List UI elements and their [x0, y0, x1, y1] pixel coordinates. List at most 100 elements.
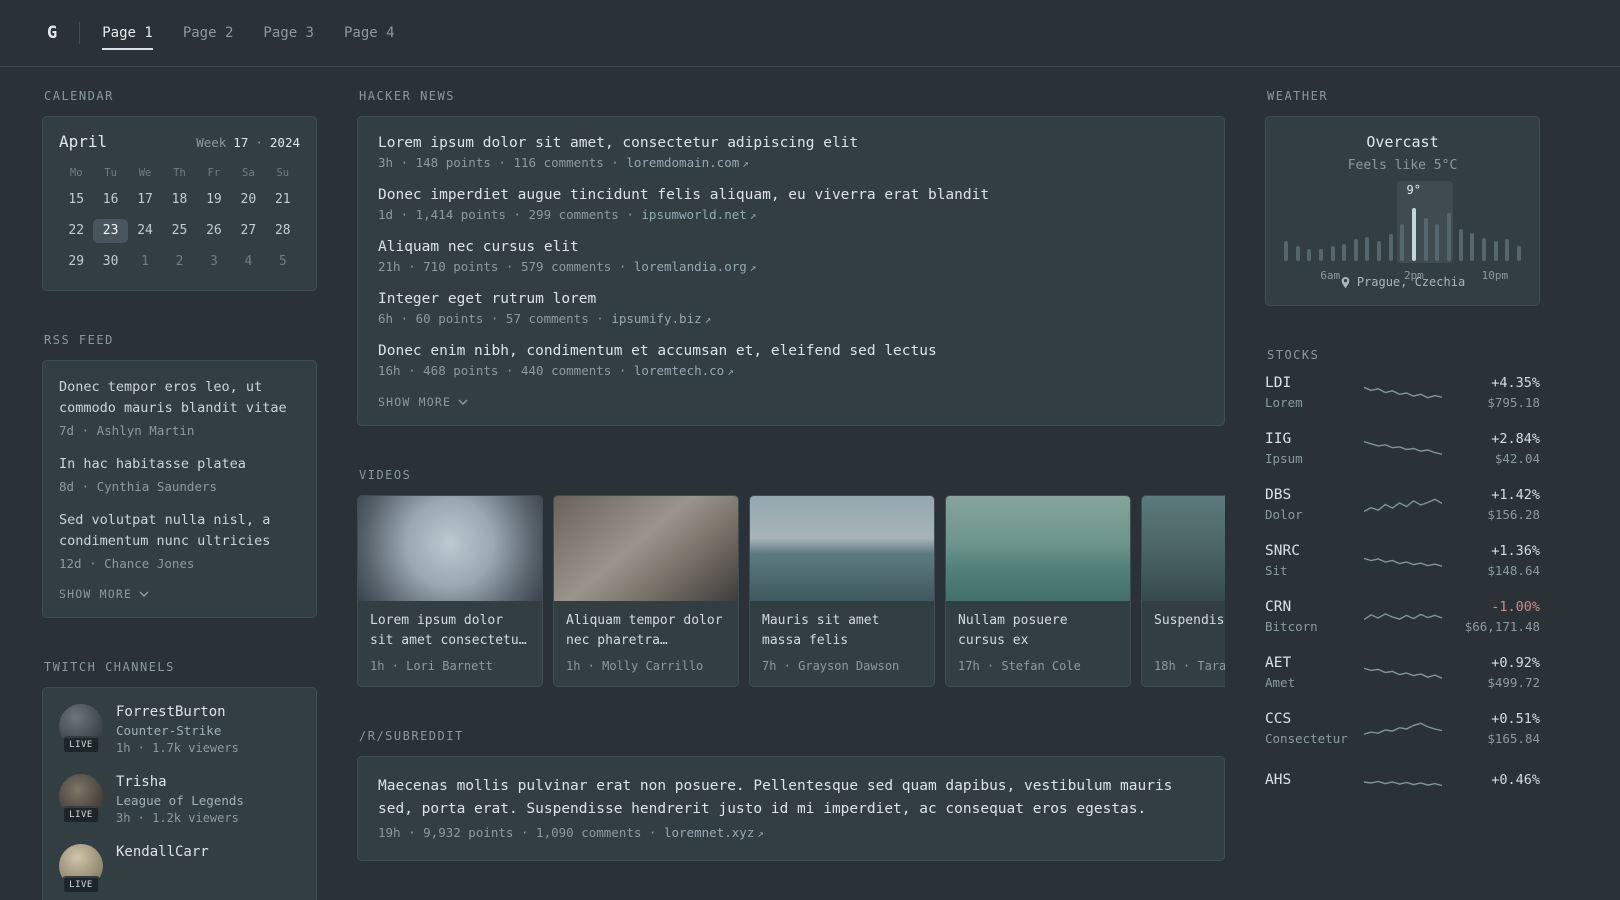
stock-row[interactable]: AHS +0.46%: [1265, 767, 1540, 797]
stock-row[interactable]: CCS Consectetur +0.51% $165.84: [1265, 711, 1540, 746]
hn-title-link[interactable]: Donec imperdiet augue tincidunt felis al…: [378, 187, 1204, 203]
rss-item: In hac habitasse platea 8d · Cynthia Sau…: [59, 454, 300, 494]
hn-title-link[interactable]: Aliquam nec cursus elit: [378, 239, 1204, 255]
video-thumbnail[interactable]: [750, 496, 934, 601]
subreddit-widget: /R/SUBREDDIT Maecenas mollis pulvinar er…: [357, 729, 1225, 862]
video-thumbnail[interactable]: [946, 496, 1130, 601]
weather-bar: [1516, 246, 1521, 261]
video-title[interactable]: Mauris sit amet massa felis: [762, 611, 922, 650]
video-card[interactable]: Aliquam tempor dolor nec pharetra… 1h · …: [553, 495, 739, 687]
stock-price: $499.72: [1487, 675, 1540, 690]
twitch-channel-info: Trisha League of Legends 3h · 1.2k viewe…: [116, 774, 244, 825]
twitch-avatar-wrap: LIVE: [59, 843, 103, 894]
video-title[interactable]: Aliquam tempor dolor nec pharetra…: [566, 611, 726, 650]
hn-domain: ipsumworld.net: [641, 207, 747, 222]
hn-domain-link[interactable]: ipsumify.biz ↗: [611, 311, 711, 326]
weather-bar: [1412, 208, 1417, 261]
hn-show-more-button[interactable]: SHOW MORE: [378, 395, 468, 409]
stock-values: +1.42% $156.28: [1442, 487, 1540, 522]
weather-bar: [1388, 234, 1393, 261]
calendar-day-next-month: 3: [210, 254, 218, 269]
video-thumbnail[interactable]: [554, 496, 738, 601]
hacker-news-widget: HACKER NEWS Lorem ipsum dolor sit amet, …: [357, 89, 1225, 426]
video-card-body: Suspendisse diam 18h · Tara: [1142, 601, 1225, 686]
video-title[interactable]: Lorem ipsum dolor sit amet consectetu…: [370, 611, 530, 650]
twitch-channel-name[interactable]: ForrestBurton: [116, 704, 239, 720]
calendar-day: 25: [171, 223, 188, 238]
subreddit-domain-link[interactable]: loremnet.xyz ↗: [664, 825, 764, 840]
video-card[interactable]: Mauris sit amet massa felis 7h · Grayson…: [749, 495, 935, 687]
stock-id: CCS Consectetur: [1265, 711, 1364, 746]
video-thumbnail[interactable]: [1142, 496, 1225, 601]
hn-domain-link[interactable]: loremdomain.com ↗: [626, 155, 749, 170]
stock-price: $148.64: [1487, 563, 1540, 578]
rss-item-link[interactable]: In hac habitasse platea: [59, 454, 300, 475]
stock-row[interactable]: IIG Ipsum +2.84% $42.04: [1265, 431, 1540, 466]
hn-title-link[interactable]: Integer eget rutrum lorem: [378, 291, 1204, 307]
hn-title-link[interactable]: Donec enim nibh, condimentum et accumsan…: [378, 343, 1204, 359]
external-link-icon: ↗: [704, 313, 712, 326]
tab-page-2[interactable]: Page 2: [183, 19, 234, 50]
calendar-card: April Week 17 · 2024 Mo Tu We Th Fr Sa S…: [42, 116, 317, 291]
tab-page-1[interactable]: Page 1: [102, 19, 153, 50]
twitch-game[interactable]: League of Legends: [116, 793, 244, 808]
stock-change: +0.92%: [1491, 655, 1540, 671]
stock-id: IIG Ipsum: [1265, 431, 1364, 466]
app-logo[interactable]: G: [47, 23, 57, 43]
calendar-header: CALENDAR: [44, 89, 114, 103]
middle-column: HACKER NEWS Lorem ipsum dolor sit amet, …: [357, 89, 1225, 862]
stock-values: +2.84% $42.04: [1442, 431, 1540, 466]
twitch-channel[interactable]: LIVE KendallCarr: [59, 843, 300, 894]
stock-row[interactable]: SNRC Sit +1.36% $148.64: [1265, 543, 1540, 578]
calendar-day-next-month: 1: [141, 254, 149, 269]
video-meta: 7h · Grayson Dawson: [762, 659, 900, 673]
video-card[interactable]: Nullam posuere cursus ex 17h · Stefan Co…: [945, 495, 1131, 687]
stock-sparkline: [1363, 722, 1442, 735]
video-title[interactable]: Suspendisse diam: [1154, 611, 1225, 650]
weather-bar: [1307, 249, 1312, 261]
tab-page-3[interactable]: Page 3: [263, 19, 314, 50]
subreddit-post-link[interactable]: Maecenas mollis pulvinar erat non posuer…: [378, 775, 1204, 821]
rss-item-link[interactable]: Sed volutpat nulla nisl, a condimentum n…: [59, 510, 300, 552]
video-card-body: Aliquam tempor dolor nec pharetra… 1h · …: [554, 601, 738, 686]
video-thumbnail[interactable]: [358, 496, 542, 601]
weather-axis: 6am 2pm 10pm: [1284, 269, 1521, 284]
stock-change-negative: -1.00%: [1491, 599, 1540, 615]
hn-domain-link[interactable]: loremlandia.org ↗: [634, 259, 757, 274]
stock-sparkline: [1363, 386, 1442, 398]
stock-row[interactable]: CRN Bitcorn -1.00% $66,171.48: [1265, 599, 1540, 634]
calendar-day: 24: [137, 223, 153, 238]
twitch-channel[interactable]: LIVE ForrestBurton Counter-Strike 1h · 1…: [59, 703, 300, 755]
rss-item-meta: 8d · Cynthia Saunders: [59, 478, 218, 494]
twitch-card: LIVE ForrestBurton Counter-Strike 1h · 1…: [42, 686, 317, 900]
video-title[interactable]: Nullam posuere cursus ex: [958, 611, 1118, 650]
video-meta: 17h · Stefan Cole: [958, 659, 1081, 673]
hacker-news-card: Lorem ipsum dolor sit amet, consectetur …: [357, 116, 1225, 426]
video-card[interactable]: Lorem ipsum dolor sit amet consectetu… 1…: [357, 495, 543, 687]
twitch-game[interactable]: Counter-Strike: [116, 723, 239, 738]
hn-domain-link[interactable]: loremtech.co ↗: [634, 363, 734, 378]
tab-page-4[interactable]: Page 4: [344, 19, 395, 50]
rss-item-link[interactable]: Donec tempor eros leo, ut commodo mauris…: [59, 377, 300, 419]
calendar-week-number: 17: [233, 135, 249, 150]
weather-bar: [1377, 241, 1382, 261]
subreddit-domain: loremnet.xyz: [663, 825, 755, 841]
twitch-channel-name[interactable]: KendallCarr: [116, 844, 209, 860]
video-card[interactable]: Suspendisse diam 18h · Tara: [1141, 495, 1225, 687]
twitch-channel[interactable]: LIVE Trisha League of Legends 3h · 1.2k …: [59, 773, 300, 825]
stock-row[interactable]: LDI Lorem +4.35% $795.18: [1265, 375, 1540, 410]
video-meta: 1h · Lori Barnett: [370, 659, 493, 673]
stock-change: +2.84%: [1491, 431, 1540, 447]
external-link-icon: ↗: [749, 261, 757, 274]
hn-domain-link[interactable]: ipsumworld.net ↗: [641, 207, 756, 222]
hn-title-link[interactable]: Lorem ipsum dolor sit amet, consectetur …: [378, 135, 1204, 151]
stock-id: DBS Dolor: [1265, 487, 1364, 522]
stock-row[interactable]: DBS Dolor +1.42% $156.28: [1265, 487, 1540, 522]
rss-show-more-button[interactable]: SHOW MORE: [59, 587, 149, 601]
video-meta: 18h · Tara: [1154, 659, 1225, 673]
calendar-day: 20: [240, 192, 257, 207]
show-more-label: SHOW MORE: [59, 586, 133, 601]
twitch-channel-name[interactable]: Trisha: [116, 774, 244, 790]
stock-id: LDI Lorem: [1265, 375, 1364, 410]
stock-row[interactable]: AET Amet +0.92% $499.72: [1265, 655, 1540, 690]
